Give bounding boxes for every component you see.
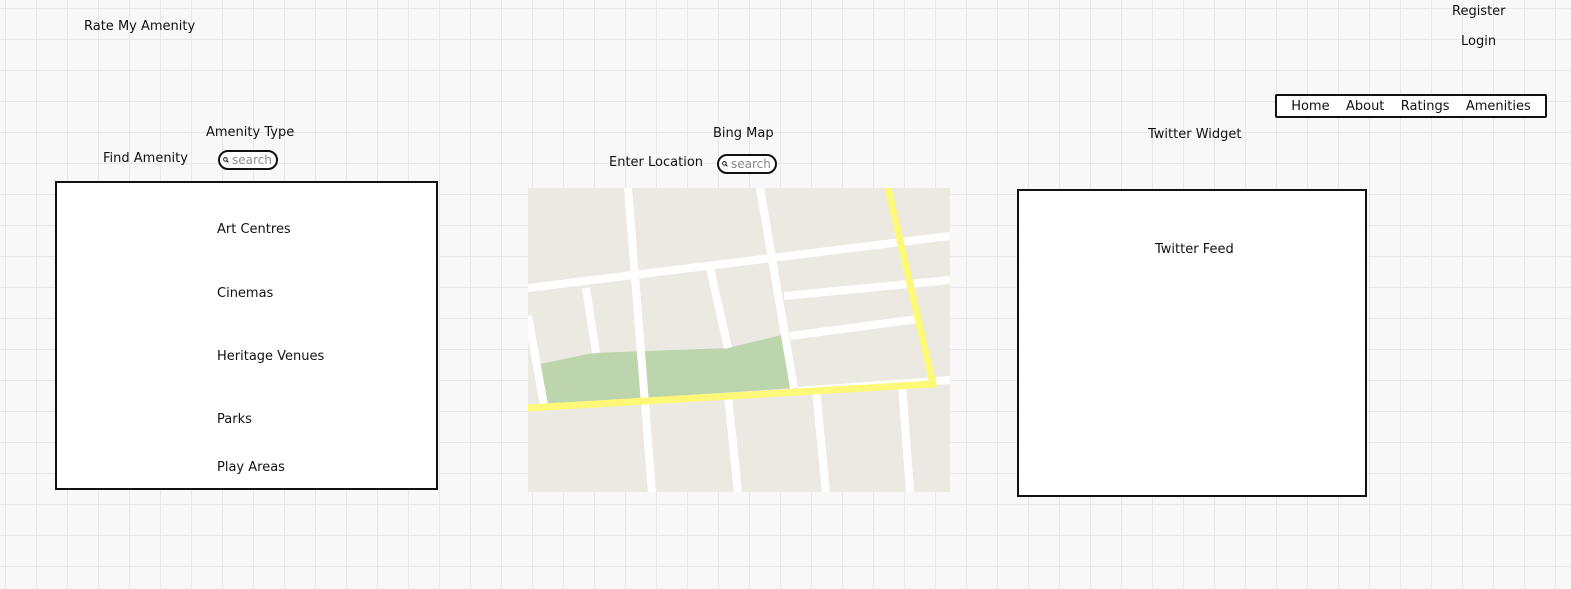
location-search-input[interactable] [728, 157, 775, 171]
map-graphic [528, 188, 950, 492]
amenity-type-label: Amenity Type [206, 125, 295, 140]
nav-home[interactable]: Home [1291, 99, 1329, 114]
app-title: Rate My Amenity [84, 19, 196, 34]
enter-location-label: Enter Location [609, 155, 704, 170]
main-nav: Home About Ratings Amenities [1275, 94, 1547, 118]
twitter-feed-label: Twitter Feed [1155, 242, 1234, 257]
amenity-item-play-areas[interactable]: Play Areas [217, 460, 285, 475]
location-search-box[interactable] [717, 154, 777, 174]
amenity-search-input[interactable] [229, 153, 276, 167]
amenity-item-cinemas[interactable]: Cinemas [217, 286, 273, 301]
bing-map[interactable] [528, 188, 950, 492]
amenity-item-heritage-venues[interactable]: Heritage Venues [217, 349, 324, 364]
amenity-list-panel: Art Centres Cinemas Heritage Venues Park… [55, 181, 438, 490]
find-amenity-label: Find Amenity [103, 151, 188, 166]
amenity-item-art-centres[interactable]: Art Centres [217, 222, 291, 237]
map-heading: Bing Map [713, 126, 774, 141]
twitter-feed-panel[interactable]: Twitter Feed [1017, 189, 1367, 497]
twitter-widget-heading: Twitter Widget [1148, 127, 1242, 142]
amenity-search-box[interactable] [218, 150, 278, 170]
nav-amenities[interactable]: Amenities [1466, 99, 1531, 114]
login-link[interactable]: Login [1461, 34, 1496, 50]
nav-ratings[interactable]: Ratings [1401, 99, 1450, 114]
amenity-item-parks[interactable]: Parks [217, 412, 252, 427]
register-link[interactable]: Register [1452, 4, 1506, 20]
nav-about[interactable]: About [1346, 99, 1384, 114]
